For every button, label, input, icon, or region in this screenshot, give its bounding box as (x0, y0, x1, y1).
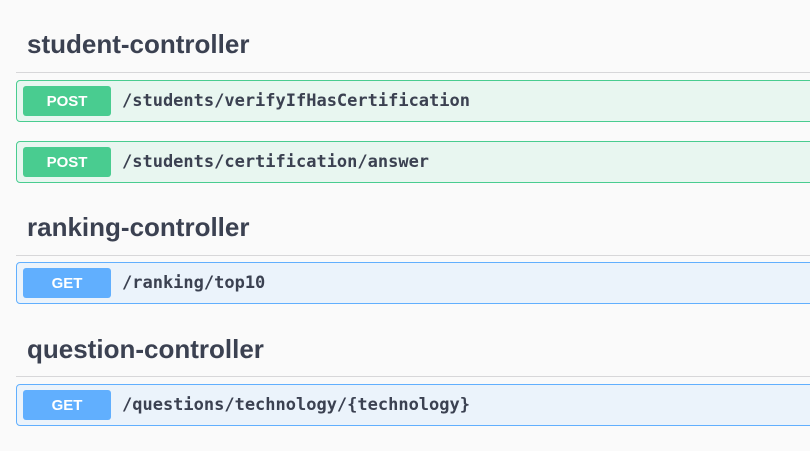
operation-path: /students/certification/answer (122, 152, 430, 172)
operation-post-certification-answer[interactable]: POST /students/certification/answer (16, 141, 810, 183)
method-badge-post: POST (23, 86, 111, 116)
operation-path: /ranking/top10 (122, 273, 266, 293)
operation-get-questions-by-technology[interactable]: GET /questions/technology/{technology} (16, 384, 810, 426)
section-divider (16, 255, 810, 256)
section-title-question-controller[interactable]: question-controller (27, 333, 264, 365)
operation-path: /questions/technology/{technology} (122, 395, 470, 415)
section-title-ranking-controller[interactable]: ranking-controller (27, 211, 249, 243)
method-badge-get: GET (23, 268, 111, 298)
method-badge-get: GET (23, 390, 111, 420)
operation-path: /students/verifyIfHasCertification (122, 91, 470, 111)
operation-get-ranking-top10[interactable]: GET /ranking/top10 (16, 262, 810, 304)
method-badge-post: POST (23, 147, 111, 177)
section-divider (16, 376, 810, 377)
section-divider (16, 72, 810, 73)
operation-post-verify-certification[interactable]: POST /students/verifyIfHasCertification (16, 80, 810, 122)
section-title-student-controller[interactable]: student-controller (27, 28, 249, 60)
